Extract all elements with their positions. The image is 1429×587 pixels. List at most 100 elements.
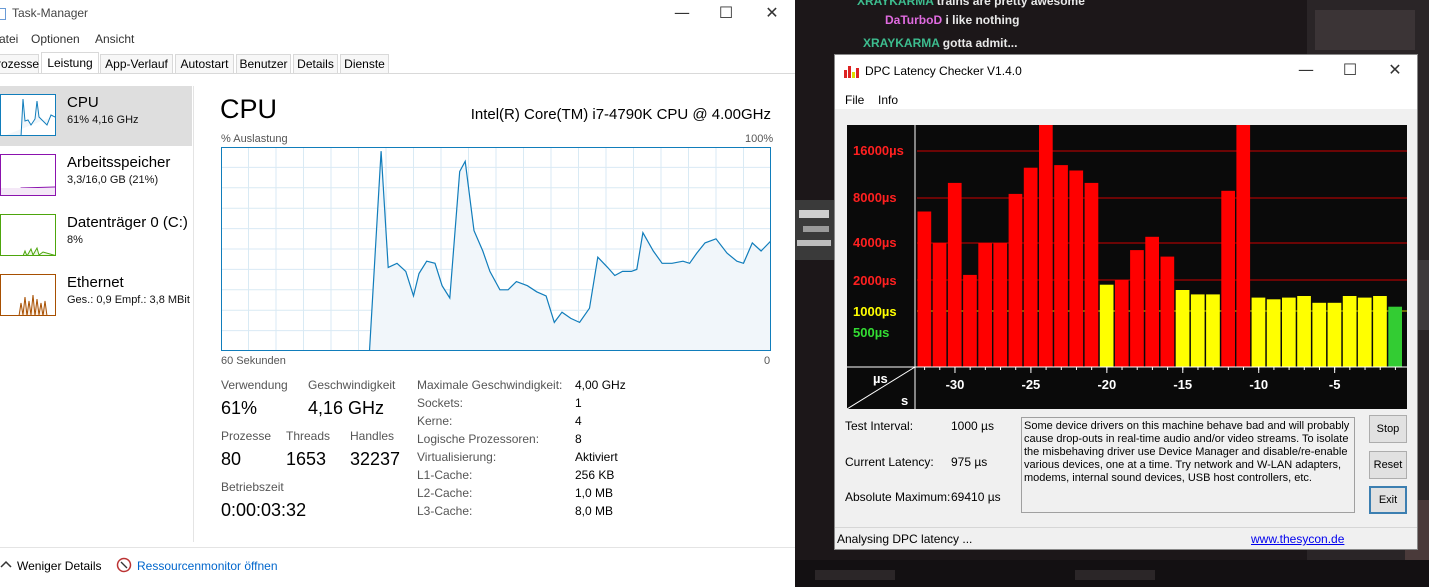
detail-label: Virtualisierung: (417, 450, 497, 464)
dpc-latency-window: DPC Latency Checker V1.4.0 — ☐ ✕ File In… (834, 54, 1418, 550)
menu-view[interactable]: Ansicht (95, 32, 134, 46)
sidebar-item-cpu[interactable]: CPU 61% 4,16 GHz (0, 86, 192, 146)
menu-file[interactable]: atei (0, 32, 18, 46)
detail-label: L3-Cache: (417, 504, 473, 518)
speed-value: 4,16 GHz (308, 398, 385, 418)
detail-value: 256 KB (575, 468, 615, 482)
detail-label: Kerne: (417, 414, 453, 428)
dpc-bar (1221, 190, 1235, 367)
tab-app-history[interactable]: App-Verlauf (100, 54, 173, 74)
chevron-up-icon[interactable] (0, 558, 12, 572)
dpc-x-tick-label: -25 (1022, 377, 1041, 392)
dpc-y-label: 8000µs (853, 190, 897, 205)
chat-message: XRAYKARMA gotta admit... (863, 36, 1017, 50)
dpc-titlebar[interactable]: DPC Latency Checker V1.4.0 — ☐ ✕ (835, 55, 1417, 87)
chat-username: XRAYKARMA (857, 0, 934, 8)
detail-value: 8 (575, 432, 582, 446)
dpc-menu-file[interactable]: File (845, 93, 864, 107)
dpc-bar (1342, 296, 1357, 367)
speed-label: Geschwindigkeit (308, 378, 396, 392)
minimize-button[interactable]: — (659, 0, 705, 28)
tab-startup[interactable]: Autostart (175, 54, 234, 74)
detail-label: Maximale Geschwindigkeit: (417, 378, 563, 392)
sidebar-disk-sub: 8% (67, 234, 83, 246)
fewer-details-link[interactable]: Weniger Details (17, 559, 101, 573)
tab-details[interactable]: Details (293, 54, 338, 74)
cpu-thumbnail (0, 94, 56, 136)
dpc-bar (1084, 182, 1099, 367)
dpc-x-tick-label: -20 (1097, 377, 1116, 392)
tab-divider (0, 73, 795, 74)
maximize-button[interactable]: ☐ (703, 0, 749, 28)
dpc-y-label: 4000µs (853, 235, 897, 250)
dpc-app-icon (844, 66, 859, 78)
dpc-bar (1206, 294, 1220, 367)
dpc-y-label: 2000µs (853, 273, 897, 288)
dpc-bar (1099, 284, 1114, 367)
dpc-bar (947, 182, 962, 367)
thesycon-link[interactable]: www.thesycon.de (1251, 532, 1344, 546)
memory-thumbnail (0, 154, 56, 196)
detail-value: 1,0 MB (575, 486, 614, 500)
status-text: Analysing DPC latency ... (837, 532, 973, 546)
detail-value: 4 (575, 414, 582, 428)
current-latency-label: Current Latency: (845, 455, 934, 469)
test-interval-value: 1000 µs (951, 419, 994, 433)
dpc-bar (978, 243, 992, 367)
reset-button[interactable]: Reset (1369, 451, 1407, 479)
exit-button[interactable]: Exit (1369, 486, 1407, 514)
dpc-bar (1357, 297, 1372, 367)
uptime-value: 0:00:03:32 (221, 500, 307, 520)
dpc-minimize-button[interactable]: — (1283, 57, 1329, 85)
dpc-x-tick-label: -10 (1249, 377, 1268, 392)
sidebar-item-ethernet[interactable]: Ethernet Ges.: 0,9 Empf.: 3,8 MBit (0, 266, 192, 326)
processes-label: Prozesse (221, 429, 272, 443)
uptime-label: Betriebszeit (221, 480, 284, 494)
open-resource-monitor-link[interactable]: Ressourcenmonitor öffnen (137, 559, 278, 573)
sidebar-item-disk[interactable]: Datenträger 0 (C:) 8% (0, 206, 192, 266)
dpc-y-label: 500µs (853, 325, 889, 340)
tab-processes[interactable]: rozesse (0, 54, 39, 74)
tab-users[interactable]: Benutzer (236, 54, 291, 74)
dpc-close-button[interactable]: ✕ (1372, 57, 1417, 85)
stop-button[interactable]: Stop (1369, 415, 1407, 443)
window-title: Task-Manager (12, 6, 89, 20)
usage-value: 61% (221, 398, 258, 418)
tab-performance[interactable]: Leistung (41, 52, 99, 74)
task-manager-titlebar[interactable]: Task-Manager — ☐ ✕ (0, 0, 795, 28)
dpc-latency-chart: 16000µs8000µs4000µs2000µs1000µs500µs µs … (847, 125, 1407, 409)
chat-text: i like nothing (945, 13, 1020, 27)
detail-value: Aktiviert (575, 450, 618, 464)
disk-thumbnail-graph (22, 246, 55, 255)
ethernet-thumbnail (0, 274, 56, 316)
dpc-window-title: DPC Latency Checker V1.4.0 (865, 64, 1022, 78)
dpc-bar (1266, 299, 1281, 367)
dpc-menu-info[interactable]: Info (878, 93, 898, 107)
ethernet-thumbnail-graph (18, 294, 48, 315)
diagnostic-message: Some device drivers on this machine beha… (1021, 417, 1355, 513)
chat-message: DaTurboD i like nothing (885, 13, 1019, 27)
dpc-bar (1282, 297, 1296, 367)
sidebar-item-memory[interactable]: Arbeitsspeicher 3,3/16,0 GB (21%) (0, 146, 192, 206)
dpc-bar (932, 243, 947, 367)
sidebar-cpu-name: CPU (67, 94, 99, 111)
current-latency-value: 975 µs (951, 455, 988, 469)
detail-value: 8,0 MB (575, 504, 614, 518)
dpc-unit-us: µs (873, 371, 888, 386)
dpc-maximize-button[interactable]: ☐ (1327, 57, 1373, 85)
close-button[interactable]: ✕ (749, 0, 795, 28)
sidebar-memory-name: Arbeitsspeicher (67, 154, 171, 171)
menu-options[interactable]: Optionen (31, 32, 80, 46)
dpc-bar (963, 274, 977, 367)
memory-thumbnail-graph (1, 186, 55, 195)
cpu-usage-graph (221, 147, 771, 351)
dpc-status-bar: Analysing DPC latency ... www.thesycon.d… (835, 527, 1417, 549)
sidebar-disk-name: Datenträger 0 (C:) (67, 214, 188, 231)
cpu-thumbnail-graph (6, 98, 55, 135)
tab-services[interactable]: Dienste (340, 54, 389, 74)
graph-label-utilization: % Auslastung (221, 133, 288, 145)
handles-value: 32237 (350, 449, 401, 469)
disk-thumbnail (0, 214, 56, 256)
dpc-bar (1297, 296, 1311, 367)
test-interval-label: Test Interval: (845, 419, 914, 433)
